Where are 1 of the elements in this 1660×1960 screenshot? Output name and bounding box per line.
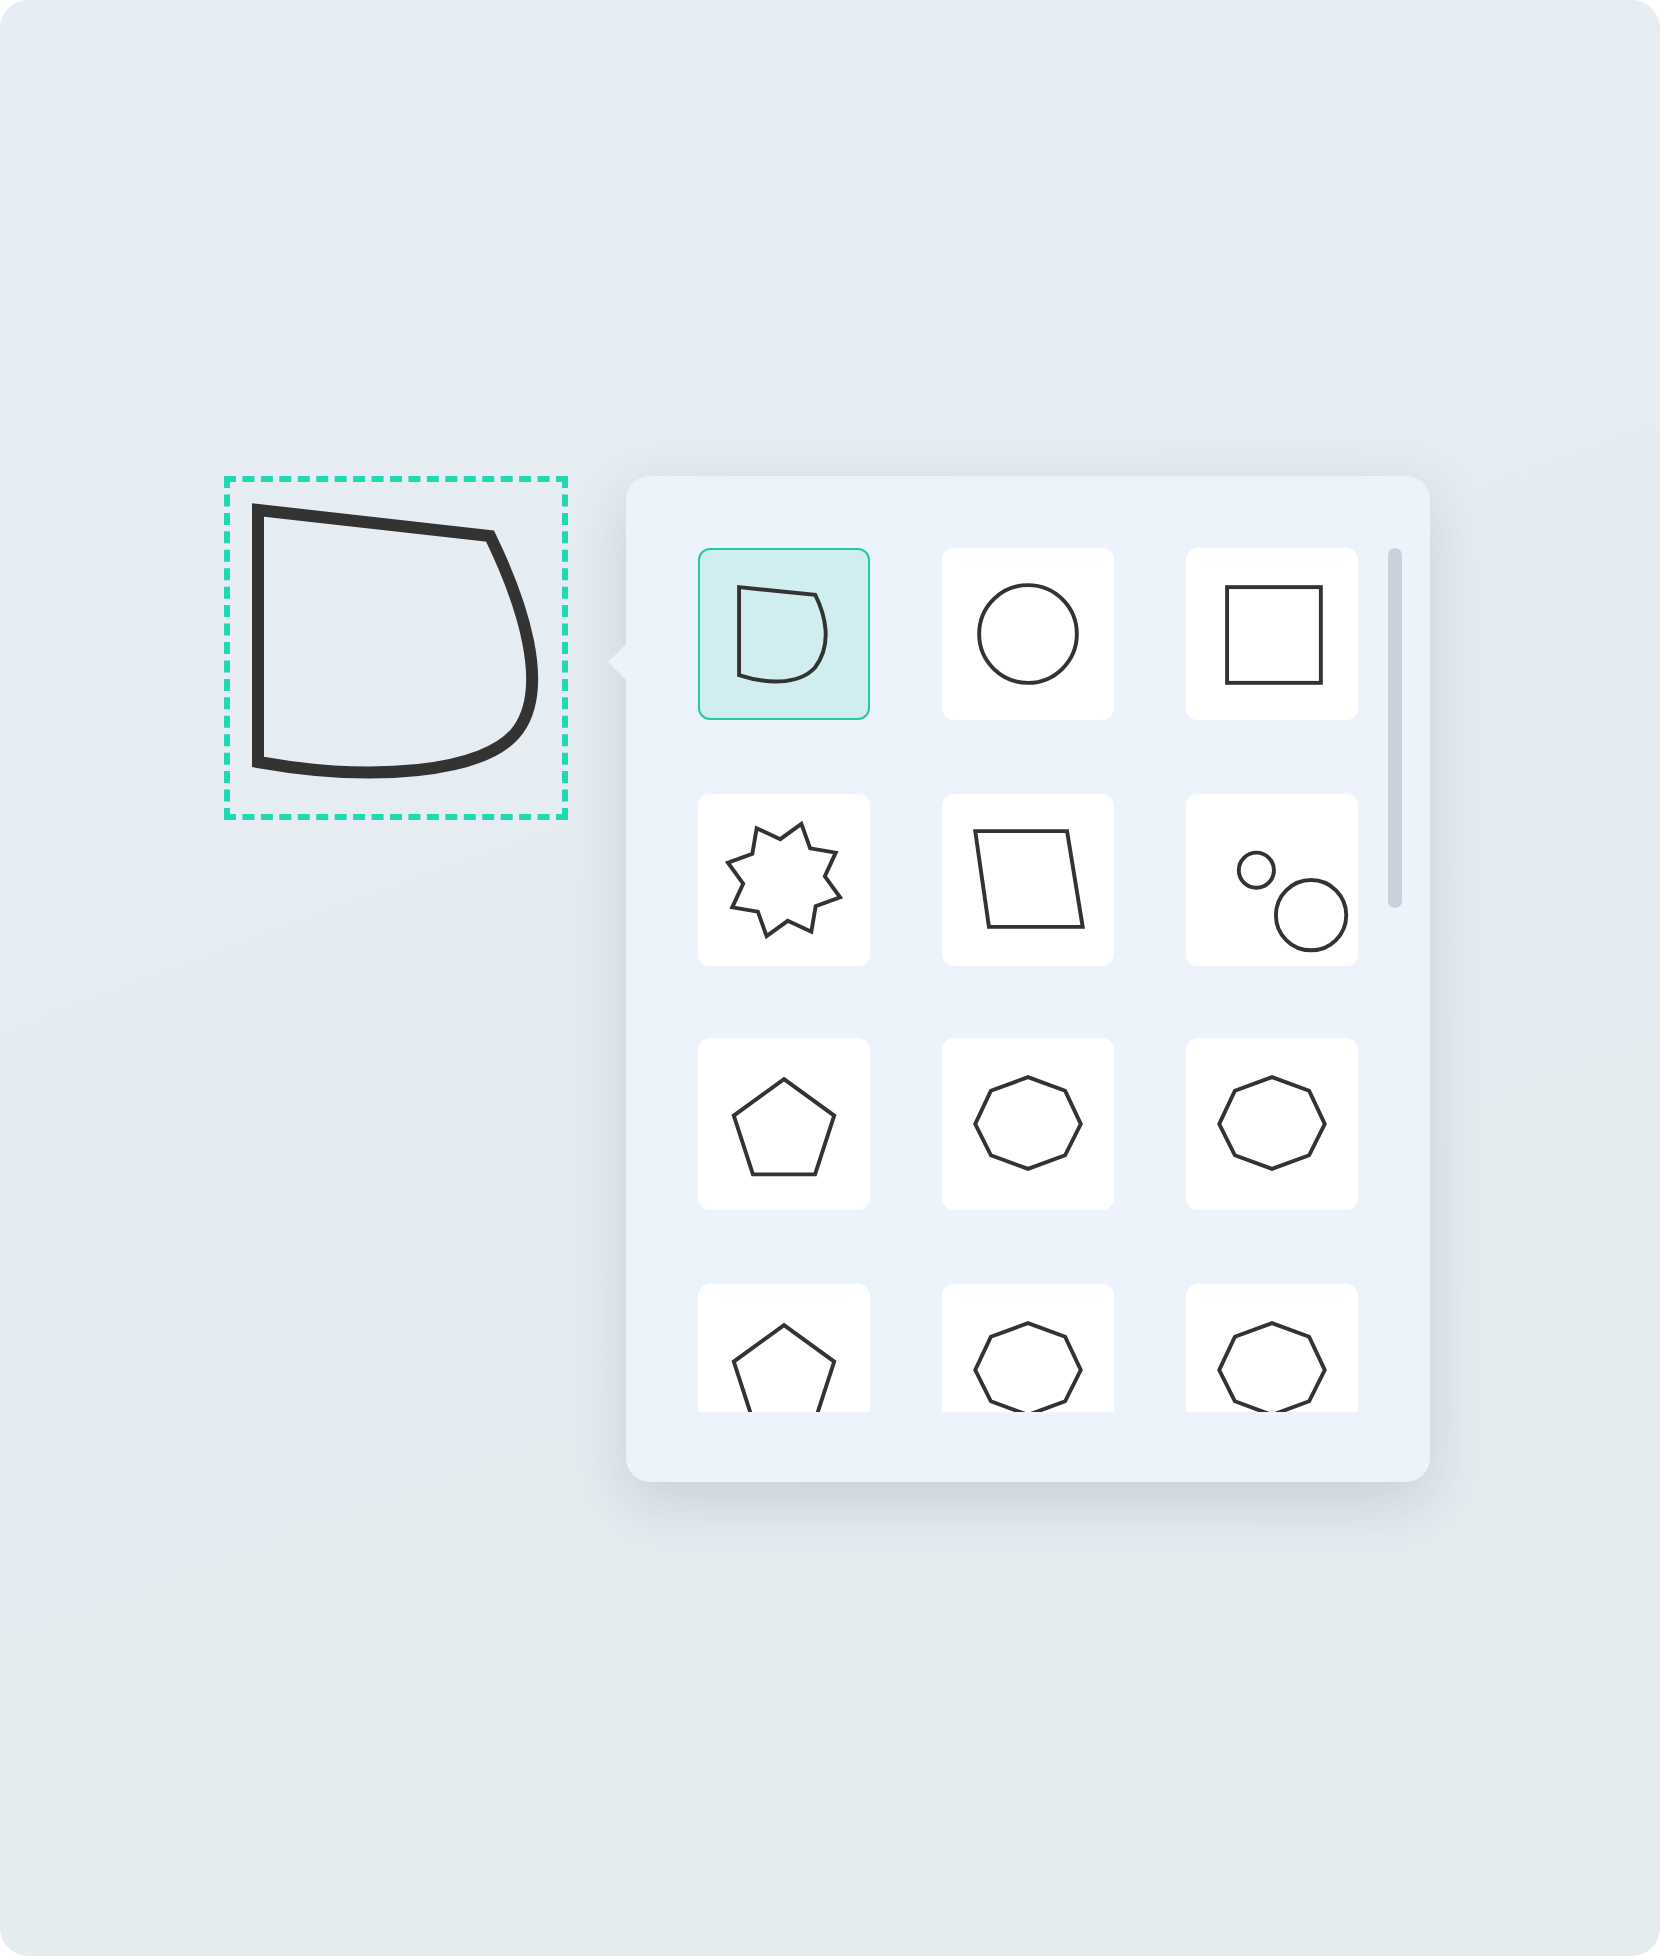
scrollbar[interactable] <box>1388 548 1402 908</box>
